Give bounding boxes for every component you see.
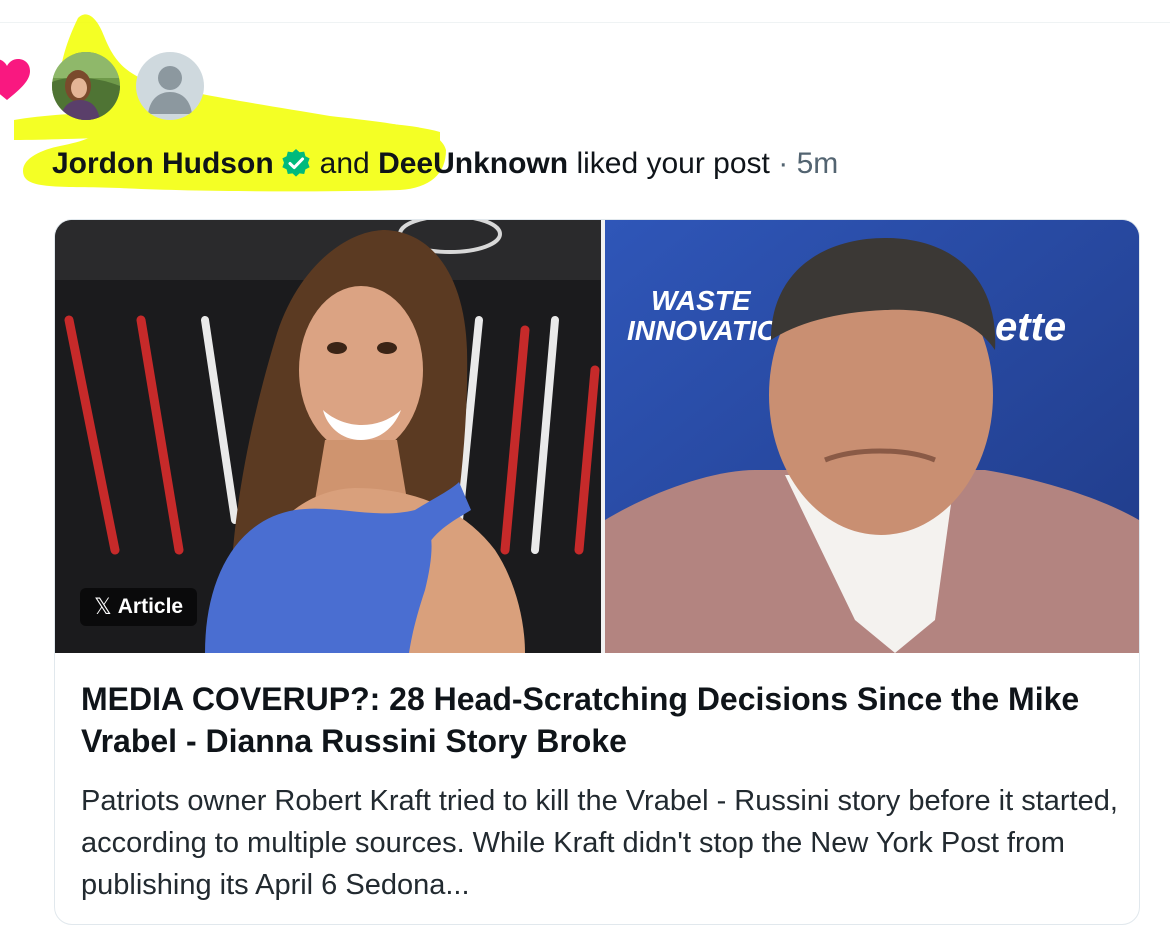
verified-badge-icon: [282, 149, 310, 177]
article-card[interactable]: WASTE INNOVATIO ette 𝕏 Article MEDIA COV…: [54, 219, 1140, 925]
user-link-deeunknown[interactable]: DeeUnknown: [378, 147, 568, 181]
timestamp[interactable]: 5m: [797, 147, 839, 181]
avatar-photo: [52, 52, 120, 120]
avatar-jordon-hudson[interactable]: [52, 52, 120, 120]
article-title[interactable]: MEDIA COVERUP?: 28 Head-Scratching Decis…: [81, 678, 1111, 762]
avatar-deeunknown[interactable]: [136, 52, 204, 120]
backdrop-text-ette: ette: [995, 305, 1066, 349]
separator-dot: ·: [778, 147, 789, 180]
action-text: liked your post: [576, 147, 770, 180]
user-link-jordon-hudson[interactable]: Jordon Hudson: [52, 147, 274, 181]
heart-icon: [0, 59, 30, 100]
notification-item[interactable]: Jordon Hudson and DeeUnknown liked your …: [0, 0, 1170, 925]
backdrop-text-waste: WASTE: [651, 285, 752, 316]
x-logo-icon: 𝕏: [94, 594, 112, 619]
default-avatar-icon: [136, 52, 204, 120]
article-badge: 𝕏 Article: [80, 588, 198, 626]
backdrop-text-innovation: INNOVATIO: [627, 315, 779, 346]
notification-text: Jordon Hudson and DeeUnknown liked your …: [52, 147, 839, 181]
divider: [0, 22, 1170, 23]
article-cover-image: WASTE INNOVATIO ette: [55, 220, 1139, 653]
article-badge-label: Article: [117, 595, 184, 618]
article-description: Patriots owner Robert Kraft tried to kil…: [81, 785, 1118, 901]
